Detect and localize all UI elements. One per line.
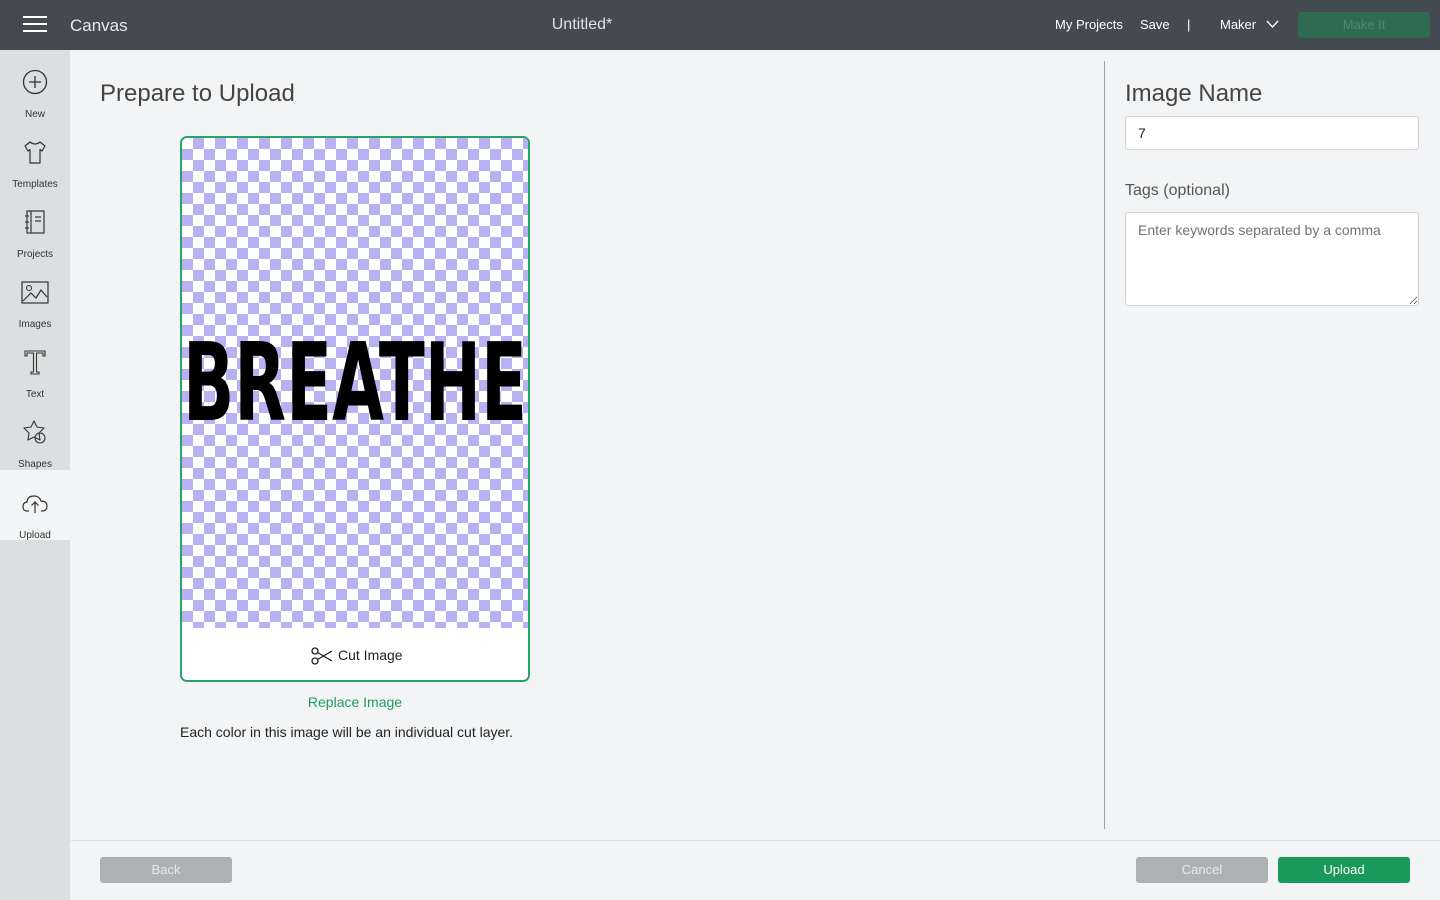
cloud-upload-icon	[22, 495, 48, 513]
replace-image-link[interactable]: Replace Image	[180, 694, 530, 710]
cut-image-option[interactable]: Cut Image	[182, 628, 528, 680]
sidebar-item-projects[interactable]: Projects	[0, 200, 70, 270]
sidebar-item-images[interactable]: Images	[0, 270, 70, 340]
my-projects-link[interactable]: My Projects	[1055, 17, 1123, 32]
tshirt-icon	[24, 141, 46, 164]
sidebar-item-label: Projects	[16, 249, 54, 260]
text-t-icon	[24, 350, 46, 375]
top-bar: Canvas Untitled* My Projects Save | Make…	[0, 0, 1440, 50]
panel-divider	[1104, 61, 1105, 829]
cancel-button[interactable]: Cancel	[1136, 857, 1268, 883]
sidebar-item-new[interactable]: New	[0, 60, 70, 130]
image-name-input[interactable]	[1125, 116, 1419, 150]
sidebar-item-label: Images	[18, 319, 52, 330]
image-preview-card: BREATHE Cut Image	[180, 136, 530, 682]
tags-input[interactable]	[1125, 212, 1419, 306]
uploaded-image-breathe: BREATHE	[183, 326, 527, 436]
sidebar-item-templates[interactable]: Templates	[0, 130, 70, 200]
sidebar-item-label: Templates	[12, 179, 58, 190]
back-button[interactable]: Back	[100, 857, 232, 883]
cut-layer-info-text: Each color in this image will be an indi…	[180, 724, 514, 740]
upload-button[interactable]: Upload	[1278, 857, 1410, 883]
left-sidebar: New Templates Projects Images Text Shape…	[0, 50, 70, 900]
sidebar-item-upload[interactable]: Upload	[0, 470, 70, 541]
shapes-icon	[23, 420, 46, 444]
nav-separator: |	[1187, 17, 1191, 32]
image-name-label: Image Name	[1125, 80, 1263, 107]
sidebar-item-label: Shapes	[18, 459, 52, 470]
document-title: Untitled*	[551, 16, 613, 33]
machine-label: Maker	[1220, 17, 1257, 32]
save-link[interactable]: Save	[1140, 17, 1170, 32]
cut-image-label: Cut Image	[338, 647, 403, 663]
sidebar-item-label: New	[24, 109, 45, 120]
make-it-button[interactable]: Make It	[1298, 12, 1430, 38]
page-title: Prepare to Upload	[100, 80, 295, 107]
sidebar-item-label: Text	[25, 389, 45, 400]
notebook-icon	[25, 210, 45, 234]
uploaded-image-text: BREATHE	[183, 326, 527, 436]
image-icon	[21, 281, 49, 304]
chevron-down-icon	[1266, 20, 1279, 29]
machine-selector[interactable]: Maker	[1220, 17, 1279, 32]
tags-label: Tags (optional)	[1125, 182, 1230, 199]
sidebar-item-label: Upload	[19, 530, 51, 541]
scissors-icon	[311, 647, 333, 665]
plus-circle-icon	[22, 69, 48, 95]
sidebar-item-text[interactable]: Text	[0, 340, 70, 410]
